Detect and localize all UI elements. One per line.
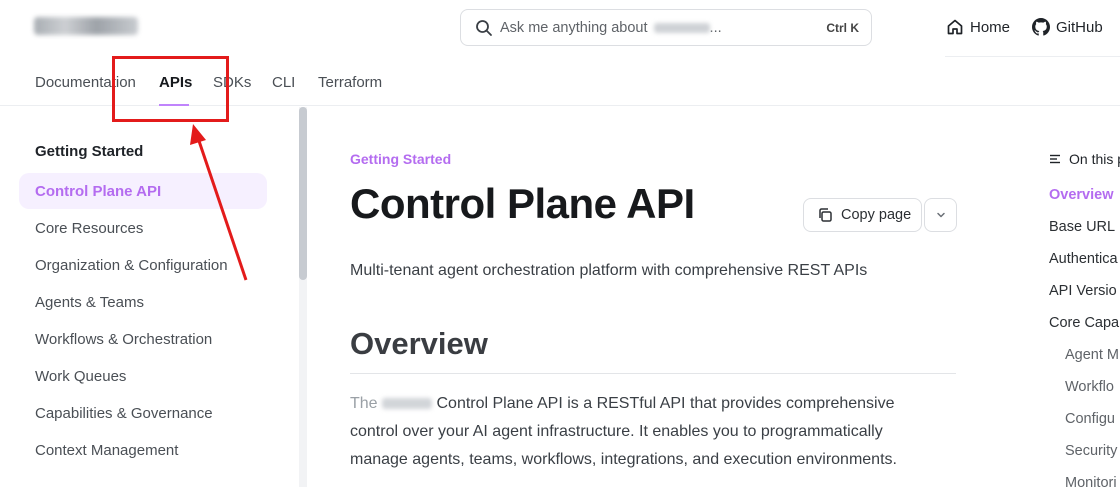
search-shortcut: Ctrl K <box>826 21 859 35</box>
copy-page-button[interactable]: Copy page <box>803 198 922 232</box>
logo[interactable] <box>34 17 138 35</box>
sidebar-item-organization-configuration[interactable]: Organization & Configuration <box>35 257 228 274</box>
copy-icon <box>819 208 832 222</box>
section-heading-overview: Overview <box>350 326 488 361</box>
github-link[interactable]: GitHub <box>1032 17 1103 37</box>
annotation-highlight-box <box>112 56 229 122</box>
sidebar-item-context-management[interactable]: Context Management <box>35 442 178 459</box>
search-icon <box>476 20 492 36</box>
toc-item-base-url[interactable]: Base URL <box>1049 219 1115 235</box>
sidebar-heading: Getting Started <box>35 143 144 160</box>
sidebar-scrollbar-thumb[interactable] <box>299 107 307 280</box>
toc-item-security[interactable]: Security <box>1065 443 1117 459</box>
breadcrumb: Getting Started <box>350 151 452 167</box>
toc-item-core-capabilities[interactable]: Core Capal <box>1049 315 1120 331</box>
page-title: Control Plane API <box>350 180 695 227</box>
sidebar-item-capabilities-governance[interactable]: Capabilities & Governance <box>35 405 213 422</box>
top-bar: Ask me anything about ... Ctrl K Home Gi… <box>0 0 1120 57</box>
home-icon <box>947 19 963 35</box>
home-link[interactable]: Home <box>946 17 1010 37</box>
copy-options-dropdown[interactable] <box>924 198 957 232</box>
sidebar-item-core-resources[interactable]: Core Resources <box>35 220 143 237</box>
search-placeholder: Ask me anything about ... <box>500 20 722 36</box>
toc-item-authentication[interactable]: Authentica <box>1049 251 1118 267</box>
tab-cli[interactable]: CLI <box>272 74 295 91</box>
overview-paragraph: The Control Plane API is a RESTful API t… <box>350 395 897 468</box>
page-description: Multi-tenant agent orchestration platfor… <box>350 262 868 279</box>
sidebar-item-agents-teams[interactable]: Agents & Teams <box>35 294 144 311</box>
list-icon <box>1050 154 1060 164</box>
chevron-down-icon <box>936 212 945 218</box>
toc-item-api-versioning[interactable]: API Versio <box>1049 283 1117 299</box>
sidebar: Getting Started Control Plane API Core R… <box>0 107 300 487</box>
sidebar-item-work-queues[interactable]: Work Queues <box>35 368 126 385</box>
header-divider <box>945 56 1120 57</box>
toc-item-agent-management[interactable]: Agent M <box>1065 347 1119 363</box>
toc-item-monitoring[interactable]: Monitori <box>1065 475 1117 487</box>
toc-item-workflows[interactable]: Workflo <box>1065 379 1114 395</box>
sidebar-item-workflows-orchestration[interactable]: Workflows & Orchestration <box>35 331 212 348</box>
github-icon <box>1032 18 1050 36</box>
search-input[interactable]: Ask me anything about ... Ctrl K <box>460 9 872 46</box>
toc-item-configuration[interactable]: Configu <box>1065 411 1115 427</box>
tab-terraform[interactable]: Terraform <box>318 74 382 91</box>
sidebar-item-control-plane-api[interactable]: Control Plane API <box>35 183 161 200</box>
toc-heading: On this p <box>1049 151 1120 167</box>
section-divider <box>350 373 956 374</box>
toc-item-overview[interactable]: Overview <box>1049 187 1114 203</box>
